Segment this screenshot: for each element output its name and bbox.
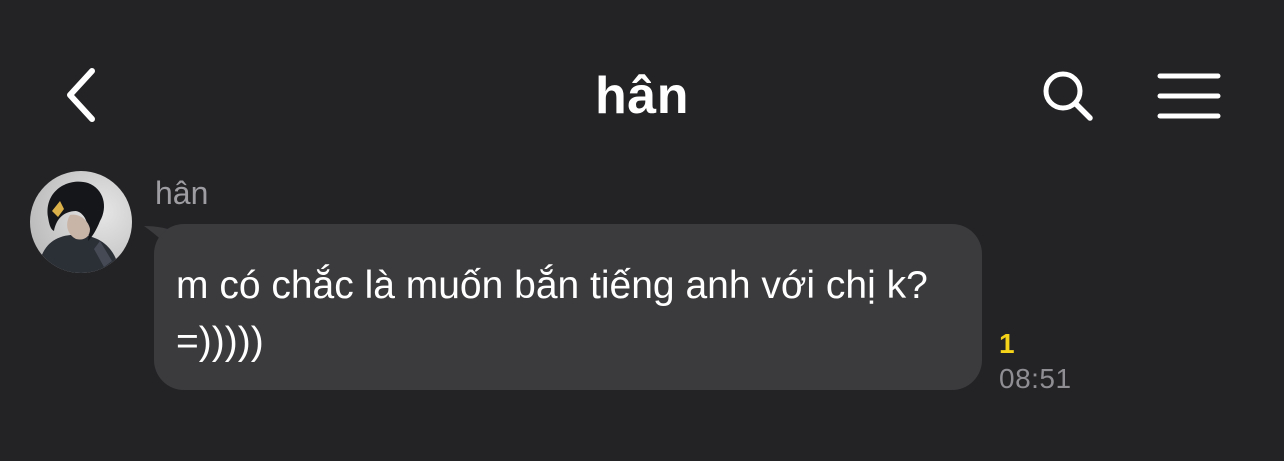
- avatar-image: [30, 171, 132, 273]
- message-text: m có chắc là muốn bắn tiếng anh với chị …: [176, 264, 928, 363]
- chevron-left-icon: [67, 68, 95, 122]
- sender-name: hân: [155, 175, 209, 211]
- avatar[interactable]: [30, 171, 132, 273]
- back-button[interactable]: [52, 62, 108, 128]
- message-timestamp: 08:51: [999, 363, 1072, 394]
- hamburger-menu-icon: [1157, 73, 1221, 119]
- search-icon: [1043, 71, 1093, 121]
- chat-title: hân: [595, 67, 689, 125]
- chat-screen: hân hân m có chắc là muốn bắn tiếng anh …: [0, 0, 1284, 461]
- unread-count: 1: [999, 328, 1015, 359]
- message-bubble[interactable]: m có chắc là muốn bắn tiếng anh với chị …: [154, 224, 982, 390]
- search-button[interactable]: [1036, 66, 1100, 126]
- menu-button[interactable]: [1152, 66, 1226, 126]
